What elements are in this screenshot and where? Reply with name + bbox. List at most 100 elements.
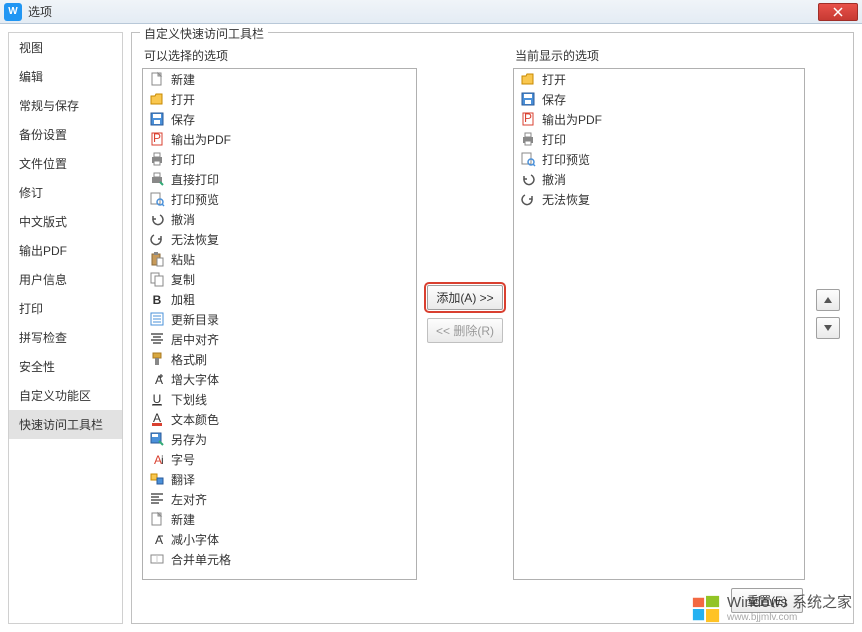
list-item-label: 打开 <box>542 71 566 88</box>
sidebar-item[interactable]: 文件位置 <box>9 149 122 178</box>
list-item[interactable]: U下划线 <box>143 389 416 409</box>
merge-icon <box>149 551 165 567</box>
list-item[interactable]: B 加粗 <box>143 289 416 309</box>
current-label: 当前显示的选项 <box>513 47 805 64</box>
sidebar-item[interactable]: 安全性 <box>9 352 122 381</box>
list-item-label: 合并单元格 <box>171 551 231 568</box>
fieldset-legend: 自定义快速访问工具栏 <box>140 25 268 42</box>
list-item[interactable]: 格式刷 <box>143 349 416 369</box>
svg-text:B: B <box>153 293 162 307</box>
footer-row: 重置(E) <box>142 588 843 613</box>
list-item[interactable]: 粘贴 <box>143 249 416 269</box>
list-item[interactable]: 新建 <box>143 509 416 529</box>
print-preview-icon <box>149 191 165 207</box>
print-icon <box>520 131 536 147</box>
new2-icon <box>149 511 165 527</box>
sidebar-item[interactable]: 视图 <box>9 33 122 62</box>
sidebar-item[interactable]: 常规与保存 <box>9 91 122 120</box>
titlebar: W 选项 <box>0 0 862 24</box>
list-item[interactable]: 另存为 <box>143 429 416 449</box>
list-item[interactable]: 打开 <box>514 69 804 89</box>
sidebar-item[interactable]: 备份设置 <box>9 120 122 149</box>
list-item[interactable]: 无法恢复 <box>514 189 804 209</box>
list-item[interactable]: 复制 <box>143 269 416 289</box>
list-item-label: 输出为PDF <box>542 111 602 128</box>
list-item[interactable]: 更新目录 <box>143 309 416 329</box>
list-item-label: 翻译 <box>171 471 195 488</box>
sidebar-item[interactable]: 用户信息 <box>9 265 122 294</box>
svg-text:A: A <box>153 411 161 425</box>
save-icon <box>520 91 536 107</box>
list-item-label: 打印 <box>542 131 566 148</box>
reorder-buttons <box>813 47 843 580</box>
list-item[interactable]: A文本颜色 <box>143 409 416 429</box>
list-item[interactable]: 新建 <box>143 69 416 89</box>
save-icon <box>149 111 165 127</box>
list-item-label: 复制 <box>171 271 195 288</box>
list-item-label: 加粗 <box>171 291 195 308</box>
svg-text:i: i <box>161 453 164 467</box>
customize-fieldset: 自定义快速访问工具栏 可以选择的选项 新建打开保存P输出为PDF打印直接打印打印… <box>131 32 854 624</box>
close-button[interactable] <box>818 3 858 21</box>
move-down-button[interactable] <box>816 317 840 339</box>
list-item[interactable]: A减小字体 <box>143 529 416 549</box>
list-item[interactable]: 翻译 <box>143 469 416 489</box>
list-item-label: 字号 <box>171 451 195 468</box>
list-item-label: 保存 <box>171 111 195 128</box>
undo-icon <box>149 211 165 227</box>
list-item[interactable]: 打开 <box>143 89 416 109</box>
list-item[interactable]: 保存 <box>143 109 416 129</box>
list-item-label: 无法恢复 <box>542 191 590 208</box>
current-listbox[interactable]: 打开保存P输出为PDF 打印打印预览撤消无法恢复 <box>513 68 805 580</box>
list-item[interactable]: 撤消 <box>514 169 804 189</box>
svg-text:A: A <box>155 533 163 547</box>
list-item-label: 打印预览 <box>171 191 219 208</box>
list-item[interactable]: 无法恢复 <box>143 229 416 249</box>
sidebar-item[interactable]: 修订 <box>9 178 122 207</box>
list-item-label: 居中对齐 <box>171 331 219 348</box>
center-icon <box>149 331 165 347</box>
list-item[interactable]: 打印预览 <box>143 189 416 209</box>
arrow-up-icon <box>824 297 832 303</box>
list-item[interactable]: P输出为PDF <box>514 109 804 129</box>
font-dec-icon: A <box>149 531 165 547</box>
available-listbox[interactable]: 新建打开保存P输出为PDF打印直接打印打印预览撤消无法恢复粘贴复制B加粗更新目录… <box>142 68 417 580</box>
list-item[interactable]: A增大字体 <box>143 369 416 389</box>
list-item[interactable]: Ai字号 <box>143 449 416 469</box>
list-item[interactable]: 撤消 <box>143 209 416 229</box>
list-item[interactable]: 打印 <box>514 129 804 149</box>
current-column: 当前显示的选项 打开保存P输出为PDF 打印打印预览撤消无法恢复 <box>513 47 805 580</box>
sidebar-item[interactable]: 快速访问工具栏 <box>9 410 122 439</box>
font-inc-icon: A <box>149 371 165 387</box>
print-preview-icon <box>520 151 536 167</box>
list-item[interactable]: 合并单元格 <box>143 549 416 569</box>
sidebar-item[interactable]: 编辑 <box>9 62 122 91</box>
sidebar-item[interactable]: 拼写检查 <box>9 323 122 352</box>
move-up-button[interactable] <box>816 289 840 311</box>
svg-text:A: A <box>155 373 163 387</box>
sidebar-item[interactable]: 打印 <box>9 294 122 323</box>
sidebar-item[interactable]: 输出PDF <box>9 236 122 265</box>
pdf-icon: P <box>149 131 165 147</box>
list-item-label: 粘贴 <box>171 251 195 268</box>
list-item[interactable]: P输出为PDF <box>143 129 416 149</box>
list-item-label: 新建 <box>171 511 195 528</box>
arrow-down-icon <box>824 325 832 331</box>
sidebar-item[interactable]: 自定义功能区 <box>9 381 122 410</box>
undo-icon <box>520 171 536 187</box>
app-icon: W <box>4 3 22 21</box>
paste-icon <box>149 251 165 267</box>
redo-icon <box>520 191 536 207</box>
remove-button[interactable]: << 删除(R) <box>427 318 503 343</box>
reset-button[interactable]: 重置(E) <box>731 588 803 613</box>
list-item[interactable]: 居中对齐 <box>143 329 416 349</box>
svg-text:U: U <box>153 392 162 406</box>
add-button[interactable]: 添加(A) >> <box>427 285 502 310</box>
list-item[interactable]: 打印预览 <box>514 149 804 169</box>
list-item[interactable]: 保存 <box>514 89 804 109</box>
transfer-buttons: 添加(A) >> << 删除(R) <box>425 47 505 580</box>
list-item[interactable]: 左对齐 <box>143 489 416 509</box>
list-item[interactable]: 打印 <box>143 149 416 169</box>
list-item[interactable]: 直接打印 <box>143 169 416 189</box>
sidebar-item[interactable]: 中文版式 <box>9 207 122 236</box>
